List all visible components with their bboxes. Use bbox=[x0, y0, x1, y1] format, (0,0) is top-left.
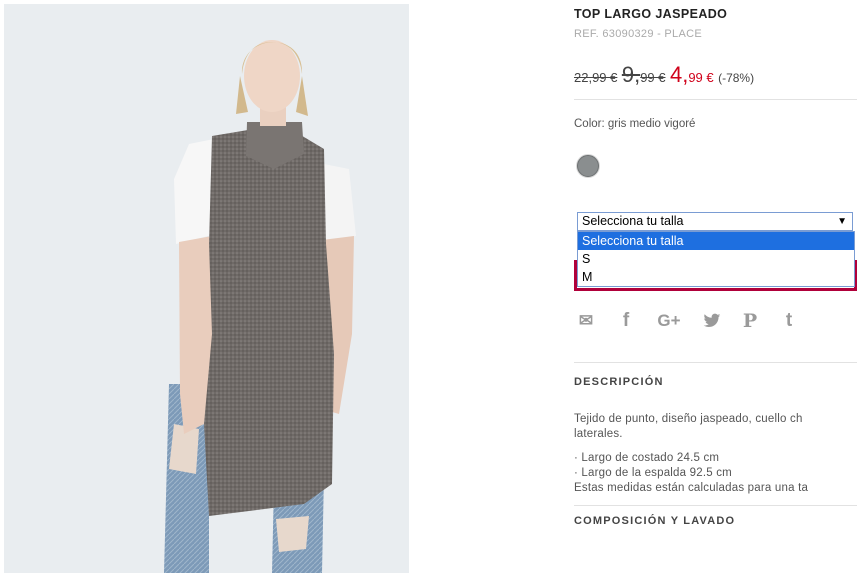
size-option[interactable]: M bbox=[578, 268, 854, 286]
email-icon[interactable]: ✉ bbox=[574, 309, 598, 333]
chevron-down-icon[interactable]: ▼ bbox=[837, 213, 847, 230]
description-heading[interactable]: DESCRIPCIÓN bbox=[574, 376, 664, 388]
divider bbox=[574, 505, 857, 506]
price-current-dec: 99 € bbox=[688, 70, 714, 85]
google-plus-icon[interactable]: G+ bbox=[654, 309, 684, 333]
size-select-value: Selecciona tu talla bbox=[582, 214, 684, 228]
discount-badge: (-78%) bbox=[718, 71, 755, 85]
size-option[interactable]: Selecciona tu talla bbox=[578, 232, 854, 250]
product-title: TOP LARGO JASPEADO bbox=[574, 7, 728, 21]
description-body: Tejido de punto, diseño jaspeado, cuello… bbox=[574, 412, 857, 496]
description-line: Tejido de punto, diseño jaspeado, cuello… bbox=[574, 413, 803, 425]
price-block: 22,99 € 9,99 € 4,99 € (-78%) bbox=[574, 62, 754, 88]
divider bbox=[574, 99, 857, 100]
size-select[interactable]: Selecciona tu talla ▼ bbox=[577, 212, 853, 231]
composition-heading[interactable]: COMPOSICIÓN Y LAVADO bbox=[574, 515, 735, 527]
price-previous-int: 9, bbox=[621, 62, 641, 87]
color-swatch[interactable] bbox=[577, 155, 599, 177]
measurement-line: · Largo de costado 24.5 cm bbox=[574, 452, 720, 464]
product-ref: REF. 63090329 - PLACE bbox=[574, 28, 702, 40]
price-previous-dec: 99 € bbox=[640, 70, 666, 85]
product-image[interactable] bbox=[4, 4, 409, 573]
pinterest-icon[interactable]: P bbox=[738, 309, 762, 333]
price-original: 22,99 € bbox=[574, 70, 618, 85]
size-option[interactable]: S bbox=[578, 250, 854, 268]
measurement-line: · Largo de la espalda 92.5 cm bbox=[574, 467, 732, 479]
twitter-icon[interactable] bbox=[700, 309, 724, 336]
color-label: Color: gris medio vigoré bbox=[574, 118, 696, 130]
size-dropdown-list: Selecciona tu talla S M bbox=[577, 231, 855, 287]
divider bbox=[574, 362, 857, 363]
price-current-int: 4, bbox=[669, 62, 689, 87]
description-line: laterales. bbox=[574, 428, 623, 440]
tumblr-icon[interactable]: t bbox=[777, 309, 801, 333]
measurement-note: Estas medidas están calculadas para una … bbox=[574, 482, 809, 494]
facebook-icon[interactable]: f bbox=[614, 309, 638, 333]
